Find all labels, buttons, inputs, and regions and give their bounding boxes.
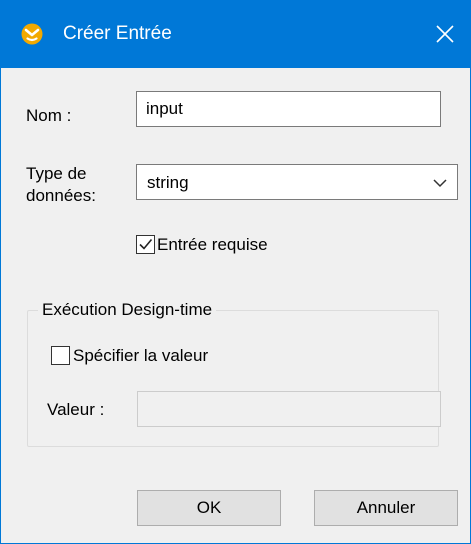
- title-bar[interactable]: Créer Entrée: [1, 1, 470, 68]
- chevron-down-icon: [431, 174, 449, 192]
- name-input[interactable]: [136, 91, 441, 127]
- required-checkbox[interactable]: [136, 235, 155, 254]
- dialog-title: Créer Entrée: [63, 23, 172, 44]
- datatype-label-line2: données:: [26, 186, 96, 205]
- datatype-selected-value: string: [147, 173, 189, 192]
- create-input-dialog: Créer Entrée Nom : Type de données: stri…: [0, 0, 471, 544]
- datatype-select[interactable]: string: [136, 164, 458, 200]
- specify-value-checkbox[interactable]: [51, 346, 70, 365]
- ok-button[interactable]: OK: [137, 490, 281, 526]
- datatype-label-line1: Type de: [26, 164, 87, 183]
- cancel-button[interactable]: Annuler: [314, 490, 458, 526]
- checkmark-icon: [139, 238, 153, 250]
- design-time-group-title: Exécution Design-time: [38, 299, 217, 320]
- specify-value-label[interactable]: Spécifier la valeur: [73, 345, 208, 366]
- value-label: Valeur :: [47, 400, 105, 419]
- name-label: Nom :: [26, 106, 72, 125]
- close-button[interactable]: [425, 14, 465, 54]
- altova-mapforce-icon: [21, 23, 43, 45]
- value-input[interactable]: [137, 391, 441, 427]
- close-icon: [436, 25, 454, 43]
- required-label[interactable]: Entrée requise: [157, 234, 268, 255]
